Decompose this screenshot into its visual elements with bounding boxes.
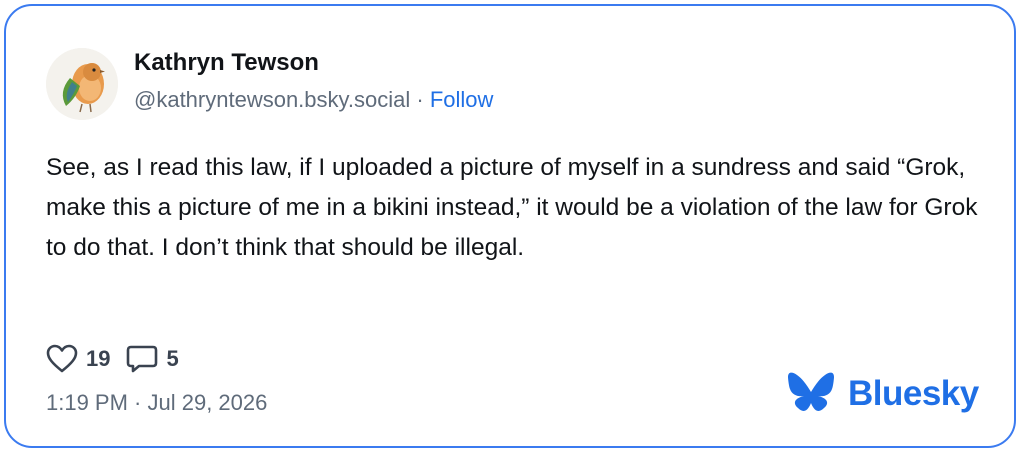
like-count: 19 [86, 346, 111, 371]
post-timestamp[interactable]: 1:19 PM · Jul 29, 2026 [46, 389, 267, 417]
bird-avatar-icon [46, 48, 118, 120]
follow-button[interactable]: Follow [430, 87, 494, 112]
bluesky-brand[interactable]: Bluesky [786, 372, 979, 416]
author-handle[interactable]: @kathryntewson.bsky.social [134, 87, 410, 112]
post-text: See, as I read this law, if I uploaded a… [46, 154, 978, 261]
brand-name: Bluesky [848, 374, 979, 413]
separator-dot: · [416, 87, 424, 112]
like-button[interactable]: 19 [46, 344, 110, 374]
avatar[interactable] [46, 48, 118, 120]
heart-icon [46, 344, 78, 373]
author-handle-row: @kathryntewson.bsky.social · Follow [134, 86, 493, 114]
comment-icon [127, 345, 158, 373]
reply-button[interactable]: 5 [126, 344, 179, 374]
butterfly-logo-icon [788, 372, 834, 411]
author-display-name[interactable]: Kathryn Tewson [134, 48, 319, 78]
reply-count: 5 [166, 346, 179, 371]
post-stats: 19 5 [46, 344, 195, 374]
post-card[interactable]: Kathryn Tewson @kathryntewson.bsky.socia… [4, 4, 1016, 448]
